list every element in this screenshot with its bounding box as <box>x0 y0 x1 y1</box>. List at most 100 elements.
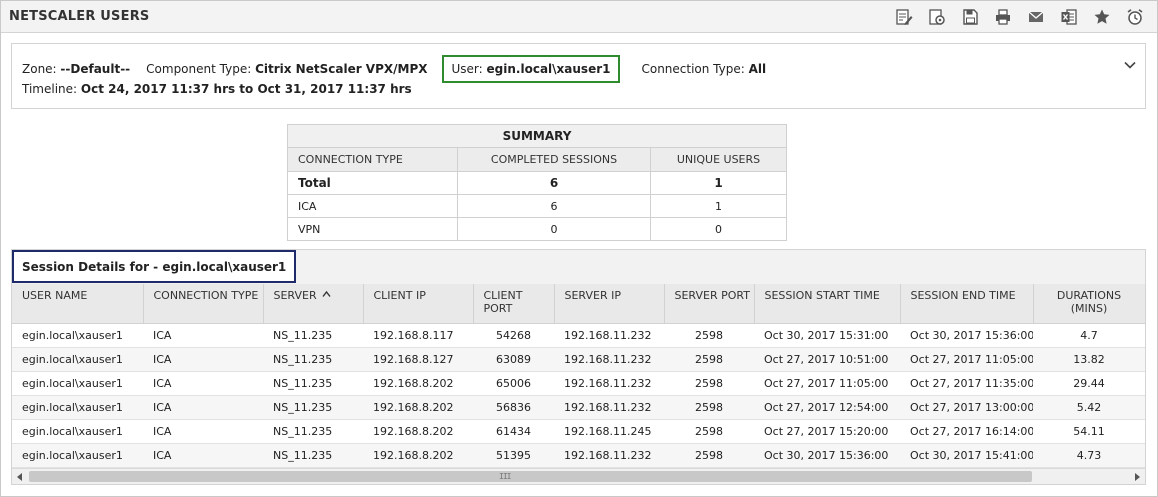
table-row[interactable]: egin.local\xauser1 ICA NS_11.235 192.168.8.… <box>12 323 1145 348</box>
cell-server-port: 2598 <box>664 347 754 372</box>
zone-filter: Zone: --Default-- <box>22 62 131 76</box>
cell-client-ip: 192.168.8.202 <box>363 419 473 444</box>
col-client-port[interactable]: CLIENT PORT <box>473 284 555 324</box>
cell-server: NS_11.235 <box>263 395 363 420</box>
session-details-title: Session Details for - egin.local\xauser1 <box>12 250 297 283</box>
page-title: NETSCALER USERS <box>9 9 150 24</box>
cell-conn: ICA <box>143 323 263 348</box>
favorite-star-icon[interactable] <box>1085 6 1118 28</box>
timeline-value: Oct 24, 2017 11:37 hrs to Oct 31, 2017 1… <box>80 82 412 96</box>
summary-row-ica: ICA 6 1 <box>287 194 787 218</box>
col-durations[interactable]: DURATIONS (MINS) <box>1033 284 1146 324</box>
cell-start: Oct 30, 2017 15:31:00 <box>754 323 900 348</box>
title-bar: NETSCALER USERS <box>1 1 1157 33</box>
table-row[interactable]: egin.local\xauser1 ICA NS_11.235 192.168.8.… <box>12 371 1145 396</box>
cell-end: Oct 27, 2017 13:00:00 <box>900 395 1033 420</box>
cell-duration: 13.82 <box>1033 347 1145 372</box>
report-window: NETSCALER USERS Zone: --Default-- Compon… <box>0 0 1158 497</box>
cell-start: Oct 27, 2017 11:05:00 <box>754 371 900 396</box>
cell-user: egin.local\xauser1 <box>12 395 143 420</box>
cell-start: Oct 27, 2017 12:54:00 <box>754 395 900 420</box>
cell-server-ip: 192.168.11.245 <box>554 419 664 444</box>
cell-user: egin.local\xauser1 <box>12 443 143 468</box>
cell-user: egin.local\xauser1 <box>12 419 143 444</box>
cell-client-ip: 192.168.8.202 <box>363 443 473 468</box>
component-type-filter: Component Type: Citrix NetScaler VPX/MPX <box>146 62 428 76</box>
cell-start: Oct 27, 2017 15:20:00 <box>754 419 900 444</box>
timeline-filter: Timeline: Oct 24, 2017 11:37 hrs to Oct … <box>22 82 412 96</box>
user-value: egin.local\xauser1 <box>486 62 611 76</box>
scroll-left-icon[interactable] <box>12 469 28 484</box>
connection-type-value: All <box>748 62 767 76</box>
cell-conn: ICA <box>143 395 263 420</box>
cell-server: NS_11.235 <box>263 323 363 348</box>
cell-client-ip: 192.168.8.117 <box>363 323 473 348</box>
cell-end: Oct 30, 2017 15:36:00 <box>900 323 1033 348</box>
cell-end: Oct 30, 2017 15:41:00 <box>900 443 1033 468</box>
summary-row-total: Total 6 1 <box>287 171 787 195</box>
cell-user: egin.local\xauser1 <box>12 323 143 348</box>
col-server-port[interactable]: SERVER PORT <box>664 284 755 324</box>
cell-end: Oct 27, 2017 11:05:00 <box>900 347 1033 372</box>
cell-duration: 54.11 <box>1033 419 1145 444</box>
email-icon[interactable] <box>1019 6 1052 28</box>
schedule-alarm-icon[interactable] <box>1118 6 1151 28</box>
col-session-start-time[interactable]: SESSION START TIME <box>754 284 901 324</box>
summary-header-completed-sessions: COMPLETED SESSIONS <box>457 147 651 172</box>
scrollbar-thumb[interactable]: III <box>29 471 1032 482</box>
cell-conn: ICA <box>143 443 263 468</box>
session-details-table: USER NAME CONNECTION TYPE SERVER CLIENT … <box>12 284 1146 468</box>
scroll-grip: III <box>499 472 511 481</box>
cell-server-port: 2598 <box>664 443 754 468</box>
user-filter[interactable]: User: egin.local\xauser1 <box>441 55 621 83</box>
configure-icon[interactable] <box>920 6 953 28</box>
summary-header-connection-type: CONNECTION TYPE <box>287 147 458 172</box>
cell-client-ip: 192.168.8.202 <box>363 371 473 396</box>
cell-client-port: 65006 <box>473 371 554 396</box>
cell-client-port: 61434 <box>473 419 554 444</box>
table-row[interactable]: egin.local\xauser1 ICA NS_11.235 192.168.8.… <box>12 395 1145 420</box>
col-session-end-time[interactable]: SESSION END TIME <box>900 284 1034 324</box>
cell-server-port: 2598 <box>664 395 754 420</box>
cell-server: NS_11.235 <box>263 347 363 372</box>
cell-duration: 4.7 <box>1033 323 1145 348</box>
cell-user: egin.local\xauser1 <box>12 347 143 372</box>
cell-user: egin.local\xauser1 <box>12 371 143 396</box>
save-icon[interactable] <box>953 6 986 28</box>
cell-duration: 29.44 <box>1033 371 1145 396</box>
table-row[interactable]: egin.local\xauser1 ICA NS_11.235 192.168.8.… <box>12 347 1145 372</box>
cell-server-ip: 192.168.11.232 <box>554 443 664 468</box>
chevron-down-icon[interactable] <box>1123 58 1137 72</box>
summary-row-vpn: VPN 0 0 <box>287 217 787 241</box>
toolbar <box>887 6 1151 28</box>
cell-server: NS_11.235 <box>263 443 363 468</box>
filter-row: Zone: --Default-- Component Type: Citrix… <box>22 55 782 83</box>
col-connection-type[interactable]: CONNECTION TYPE <box>143 284 264 324</box>
filter-panel: Zone: --Default-- Component Type: Citrix… <box>11 43 1146 109</box>
excel-export-icon[interactable] <box>1052 6 1085 28</box>
col-server-ip[interactable]: SERVER IP <box>554 284 665 324</box>
col-server[interactable]: SERVER <box>263 284 364 324</box>
cell-end: Oct 27, 2017 16:14:00 <box>900 419 1033 444</box>
sort-ascending-icon <box>322 290 331 297</box>
print-icon[interactable] <box>986 6 1019 28</box>
table-row[interactable]: egin.local\xauser1 ICA NS_11.235 192.168.8.… <box>12 419 1145 444</box>
col-client-ip[interactable]: CLIENT IP <box>363 284 474 324</box>
summary-caption: SUMMARY <box>287 124 787 148</box>
component-type-value: Citrix NetScaler VPX/MPX <box>255 62 428 76</box>
cell-start: Oct 30, 2017 15:36:00 <box>754 443 900 468</box>
cell-server-port: 2598 <box>664 419 754 444</box>
table-row[interactable]: egin.local\xauser1 ICA NS_11.235 192.168.8.… <box>12 443 1145 468</box>
summary-table: SUMMARY CONNECTION TYPE COMPLETED SESSIO… <box>287 124 787 241</box>
cell-duration: 5.42 <box>1033 395 1145 420</box>
cell-client-port: 51395 <box>473 443 554 468</box>
cell-client-port: 63089 <box>473 347 554 372</box>
cell-client-ip: 192.168.8.127 <box>363 347 473 372</box>
cell-duration: 4.73 <box>1033 443 1145 468</box>
horizontal-scrollbar[interactable]: III <box>12 468 1145 484</box>
scroll-right-icon[interactable] <box>1129 469 1145 484</box>
cell-end: Oct 27, 2017 11:35:00 <box>900 371 1033 396</box>
cell-server-port: 2598 <box>664 323 754 348</box>
edit-report-icon[interactable] <box>887 6 920 28</box>
col-user-name[interactable]: USER NAME <box>12 284 144 324</box>
